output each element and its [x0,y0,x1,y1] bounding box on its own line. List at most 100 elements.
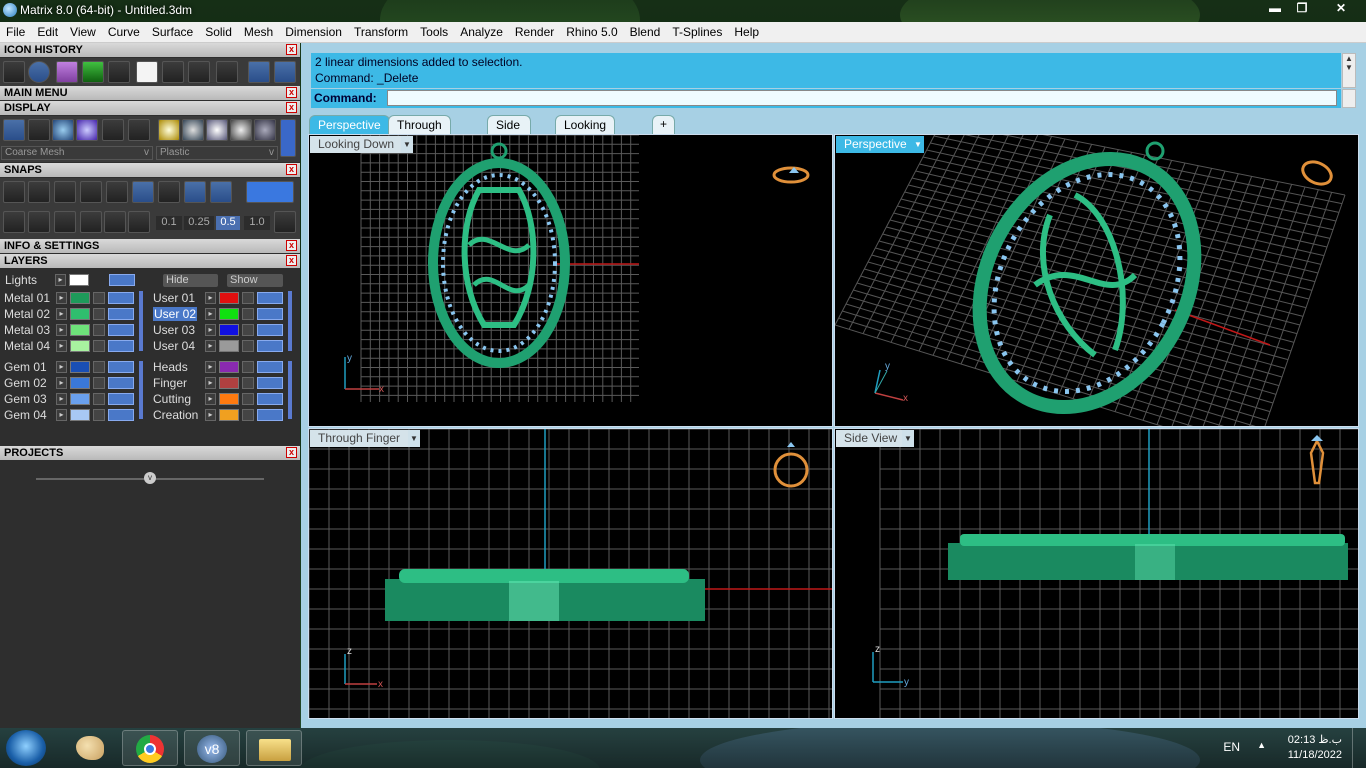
command-input[interactable] [387,90,1337,106]
show-button[interactable]: Show [227,274,283,287]
layer-visibility-toggle[interactable] [257,292,283,304]
lock-icon[interactable] [242,340,254,352]
layer-name[interactable]: Finger [153,376,187,390]
layer-color-swatch[interactable] [70,340,90,352]
menu-analyze[interactable]: Analyze [454,22,509,42]
menu-file[interactable]: File [0,22,31,42]
matte-material-icon[interactable] [254,119,276,141]
viewport-dropdown-icon[interactable]: ▼ [408,430,420,447]
history-forward-icon[interactable] [274,61,296,83]
layer-expand-icon[interactable]: ▸ [205,409,216,421]
layer-name[interactable]: User 03 [153,323,195,337]
layer-row[interactable]: Metal 04 ▸ [4,339,140,354]
new-file-icon[interactable] [136,61,158,83]
viewport-dropdown-icon[interactable]: ▼ [902,430,914,447]
rendered-icon[interactable] [76,119,98,141]
layer-color-swatch[interactable] [219,377,239,389]
dots-snap-icon[interactable] [80,211,102,233]
menu-tsplines[interactable]: T-Splines [666,22,728,42]
snap-quad-icon[interactable] [210,181,232,203]
layer-row[interactable]: User 02 ▸ [153,307,289,322]
layer-visibility-toggle[interactable] [108,409,134,421]
layer-name[interactable]: User 04 [153,339,195,353]
snap-center-icon[interactable] [106,181,128,203]
layer-visibility-toggle[interactable] [108,393,134,405]
layer-name[interactable]: User 01 [153,291,195,305]
layer-row[interactable]: Cutting ▸ [153,392,289,407]
menu-edit[interactable]: Edit [31,22,64,42]
plane-snap-icon[interactable] [104,211,126,233]
lock-icon[interactable] [242,361,254,373]
layer-color-swatch[interactable] [70,292,90,304]
layer-row[interactable]: Metal 01 ▸ [4,291,140,306]
grid-tool-icon[interactable] [82,61,104,83]
layer-color-swatch[interactable] [70,409,90,421]
close-button[interactable]: ✕ [1326,0,1356,18]
snap-value-1[interactable]: 0.25 [184,216,214,230]
layer-row[interactable]: User 01 ▸ [153,291,289,306]
viewport-through-finger[interactable]: z x Through Finger ▼ [308,428,833,719]
hide-button[interactable]: Hide [163,274,218,287]
v-tool-icon[interactable] [108,61,130,83]
snap-value-3[interactable]: 1.0 [244,216,270,230]
layer-row[interactable]: Gem 04 ▸ [4,408,140,423]
layer-color-swatch[interactable] [70,308,90,320]
layers-scroll-bar-left[interactable] [139,291,143,351]
snaps-header[interactable]: SNAPS x [0,163,300,177]
lock-icon[interactable] [93,409,105,421]
lock-icon[interactable] [93,324,105,336]
layer-expand-icon[interactable]: ▸ [205,324,216,336]
layer-name[interactable]: Metal 02 [4,307,50,321]
layer-expand-icon[interactable]: ▸ [56,340,67,352]
layer-expand-icon[interactable]: ▸ [56,377,67,389]
snap-near-icon[interactable] [28,181,50,203]
menu-tools[interactable]: Tools [414,22,454,42]
close-icon[interactable]: x [286,255,297,266]
viewport-side-view[interactable]: z y Side View ▼ [834,428,1359,719]
layer-visibility-toggle[interactable] [257,377,283,389]
snap-tan-icon[interactable] [184,181,206,203]
display-side-toggle[interactable] [280,119,296,157]
layer-color-swatch[interactable] [219,340,239,352]
lock-icon[interactable] [242,308,254,320]
tab-perspective[interactable]: Perspective [309,115,390,134]
start-button[interactable] [6,730,46,766]
lock-icon[interactable] [242,377,254,389]
mesh-quality-select[interactable]: Coarse Mesh v [1,146,153,160]
paint-app-icon[interactable] [62,730,118,766]
layer-expand-icon[interactable]: ▸ [56,361,67,373]
layer-expand-icon[interactable]: ▸ [205,340,216,352]
layer-row[interactable]: User 03 ▸ [153,323,289,338]
menu-blend[interactable]: Blend [624,22,667,42]
minimize-button[interactable]: ▬ [1262,0,1288,18]
layout-icon[interactable] [128,119,150,141]
lock-icon[interactable] [93,340,105,352]
layer-color-swatch[interactable] [219,324,239,336]
info-settings-header[interactable]: INFO & SETTINGS x [0,239,300,253]
tab-through-finger[interactable]: Through Finger [388,115,451,146]
viewport-dropdown-icon[interactable]: ▼ [401,136,413,153]
layer-color-swatch[interactable] [70,393,90,405]
grid-snap-icon[interactable] [3,211,25,233]
steel-material-icon[interactable] [182,119,204,141]
tray-expand-icon[interactable]: ▲ [1257,740,1266,750]
gold-material-icon[interactable] [158,119,180,141]
tab-looking-down[interactable]: Looking Down [555,115,616,146]
layer-row[interactable]: Creation ▸ [153,408,289,423]
layers-scroll-bar-right-2[interactable] [288,361,292,419]
check-tool-icon[interactable] [216,61,238,83]
layer-color-swatch[interactable] [219,308,239,320]
menu-curve[interactable]: Curve [102,22,146,42]
layer-name[interactable]: Gem 04 [4,408,47,422]
chrome-material-icon[interactable] [206,119,228,141]
layer-color-swatch[interactable] [70,377,90,389]
viewport-dropdown-icon[interactable]: ▼ [912,136,924,153]
viewport-looking-down[interactable]: y x Looking Down ▼ [308,134,833,427]
gumball-icon[interactable] [128,211,150,233]
layer-visibility-toggle[interactable] [257,393,283,405]
close-icon[interactable]: x [286,44,297,55]
layer-row[interactable]: Finger ▸ [153,376,289,391]
menu-transform[interactable]: Transform [348,22,414,42]
layer-name[interactable]: Gem 01 [4,360,47,374]
curve-tool-icon[interactable] [3,61,25,83]
